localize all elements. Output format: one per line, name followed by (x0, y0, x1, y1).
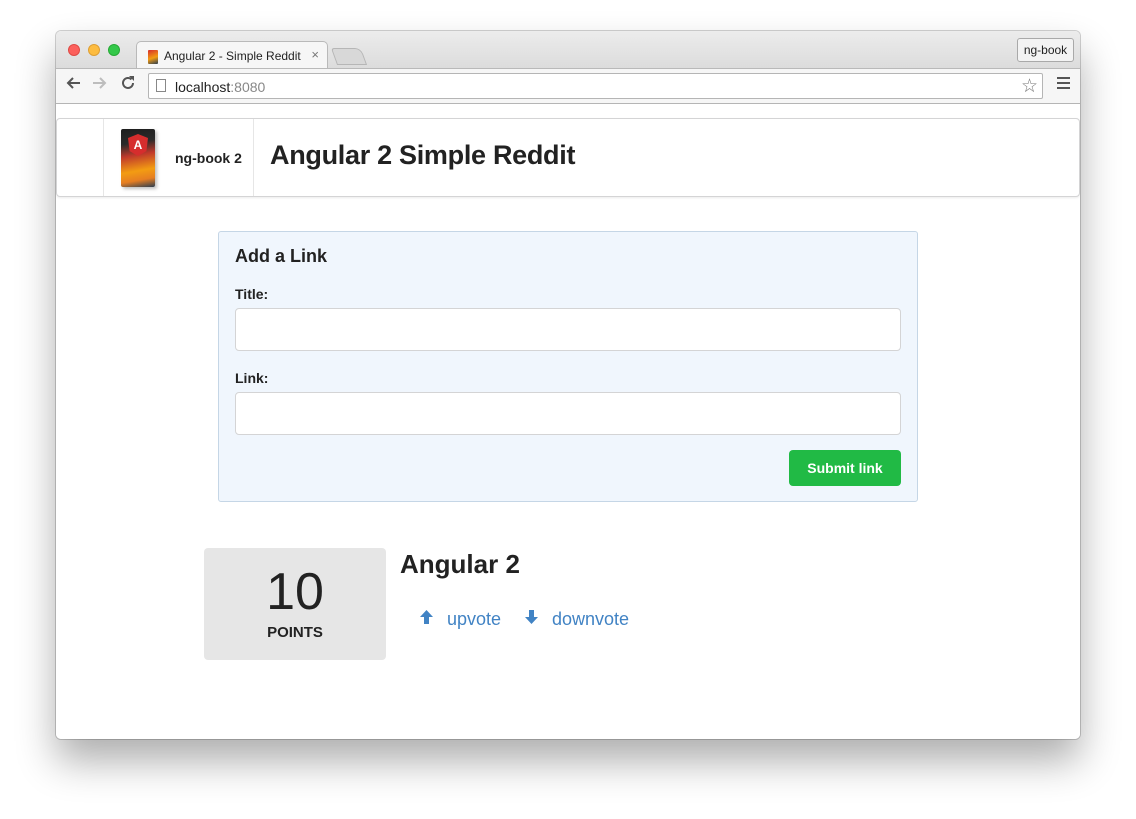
link-label: Link: (235, 370, 269, 386)
profile-button[interactable]: ng-book (1017, 38, 1074, 62)
reload-icon[interactable] (120, 75, 136, 95)
article-title[interactable]: Angular 2 (400, 549, 520, 580)
tab-strip: Angular 2 - Simple Reddit × ng-book (56, 31, 1080, 69)
angular-logo-icon: A (128, 134, 148, 156)
address-bar[interactable]: localhost:8080 ☆ (148, 73, 1043, 99)
top-menu: A ng-book 2 Angular 2 Simple Reddit (56, 118, 1080, 197)
page-content: A ng-book 2 Angular 2 Simple Reddit Add … (56, 104, 1080, 739)
browser-toolbar: localhost:8080 ☆ (56, 68, 1080, 104)
upvote-link[interactable]: upvote (419, 609, 501, 630)
new-tab-button[interactable] (330, 48, 368, 65)
tab-close-icon[interactable]: × (311, 47, 319, 62)
favicon-icon (148, 50, 158, 64)
app-title: Angular 2 Simple Reddit (270, 140, 576, 170)
submit-link-button[interactable]: Submit link (789, 450, 901, 486)
tab-title: Angular 2 - Simple Reddit (164, 49, 301, 63)
title-label: Title: (235, 286, 269, 302)
page-icon (156, 79, 166, 92)
url-text: localhost:8080 (175, 79, 266, 95)
menu-divider (103, 119, 104, 196)
arrow-up-icon (419, 609, 439, 629)
brand-link[interactable]: ng-book 2 (175, 150, 242, 166)
minimize-window-button[interactable] (88, 44, 100, 56)
close-window-button[interactable] (68, 44, 80, 56)
arrow-down-icon (524, 609, 544, 629)
link-input[interactable] (235, 392, 901, 435)
forward-arrow-icon[interactable] (92, 75, 108, 95)
vote-count: 10 (266, 563, 324, 621)
menu-divider (253, 119, 254, 196)
downvote-link[interactable]: downvote (524, 609, 629, 630)
title-input[interactable] (235, 308, 901, 351)
bookmark-star-icon[interactable]: ☆ (1021, 75, 1038, 98)
hamburger-menu-icon[interactable] (1057, 77, 1070, 92)
add-link-form: Add a Link Title: Link: Submit link (218, 231, 918, 502)
vote-score-box: 10 POINTS (204, 548, 386, 660)
form-heading: Add a Link (235, 246, 328, 266)
downvote-label: downvote (552, 609, 630, 629)
book-cover-logo[interactable]: A (121, 129, 155, 187)
zoom-window-button[interactable] (108, 44, 120, 56)
points-label: POINTS (267, 624, 323, 641)
browser-tab[interactable]: Angular 2 - Simple Reddit × (136, 41, 328, 69)
back-arrow-icon[interactable] (65, 75, 81, 95)
upvote-label: upvote (447, 609, 502, 629)
browser-window: Angular 2 - Simple Reddit × ng-book loca… (56, 31, 1080, 739)
